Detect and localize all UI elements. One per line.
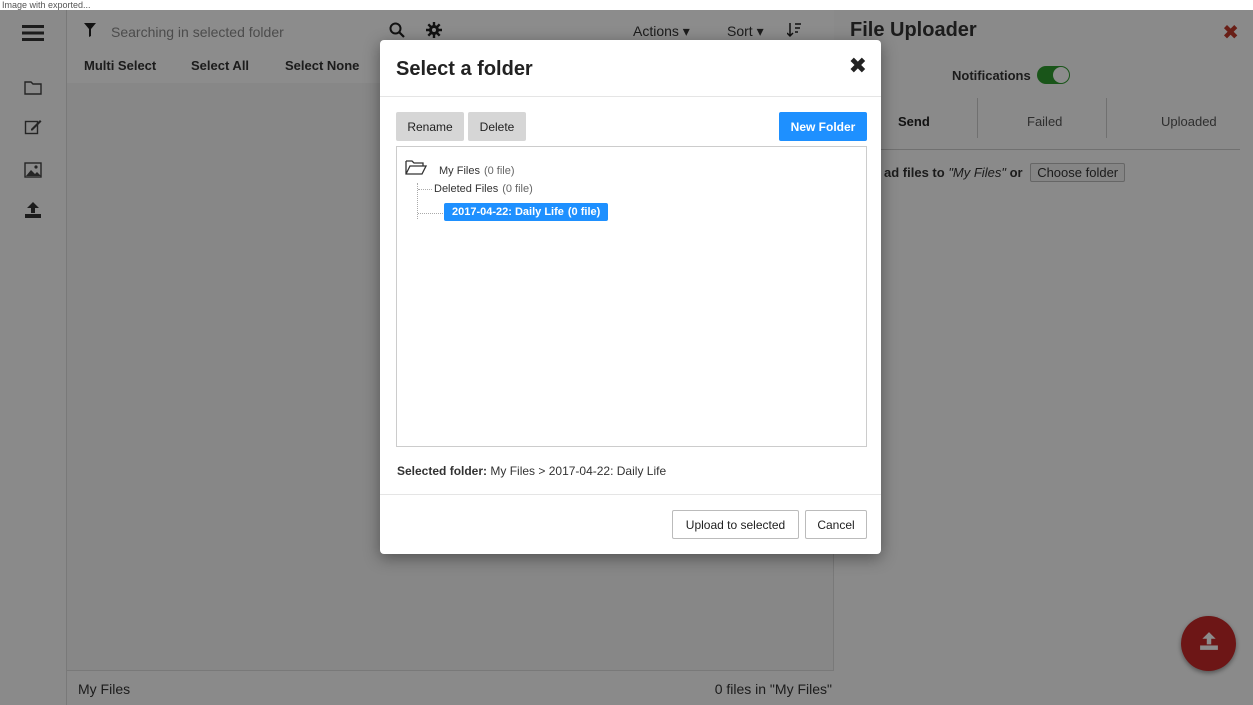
upload-to-selected-button[interactable]: Upload to selected [672, 510, 799, 539]
select-folder-dialog: Select a folder ✖ Rename Delete New Fold… [380, 40, 881, 554]
tree-node-daily-life[interactable]: 2017-04-22: Daily Life (0 file) [444, 203, 609, 221]
window-caption: Image with exported... [0, 0, 1253, 10]
selected-folder-line: Selected folder: My Files > 2017-04-22: … [397, 464, 667, 478]
new-folder-button[interactable]: New Folder [779, 112, 867, 141]
dialog-header: Select a folder ✖ [380, 40, 881, 97]
dialog-title: Select a folder [396, 58, 533, 80]
cancel-button[interactable]: Cancel [805, 510, 867, 539]
close-icon[interactable]: ✖ [849, 53, 867, 79]
tree-node-my-files[interactable]: My Files (0 file) [439, 165, 515, 177]
folder-tree: My Files (0 file) Deleted Files (0 file) 2… [396, 146, 867, 447]
rename-button[interactable]: Rename [396, 112, 464, 141]
folder-open-icon [405, 159, 428, 180]
selected-folder-path: My Files > 2017-04-22: Daily Life [490, 464, 667, 478]
delete-button[interactable]: Delete [468, 112, 526, 141]
tree-node-deleted-files[interactable]: Deleted Files (0 file) [434, 183, 533, 195]
